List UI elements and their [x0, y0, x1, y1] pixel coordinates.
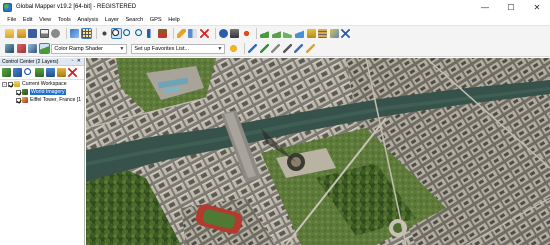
- panel-controls[interactable]: ▫ ✕: [72, 58, 82, 64]
- menu-search[interactable]: Search: [122, 17, 146, 23]
- measure-icon[interactable]: [188, 29, 198, 38]
- layer-label: World Imagery: [30, 89, 66, 95]
- menu-layer[interactable]: Layer: [102, 17, 123, 23]
- workspace-label: Current Workspace: [22, 81, 67, 87]
- tool-extra-icon[interactable]: [28, 44, 38, 53]
- grid-icon[interactable]: [80, 28, 92, 39]
- favorites-star-icon[interactable]: [229, 44, 239, 53]
- volume-icon[interactable]: [306, 29, 316, 38]
- shader-select-value: Color Ramp Shader: [54, 45, 103, 52]
- vector-layer-icon: [22, 97, 28, 103]
- tool-extra-icon[interactable]: [329, 29, 339, 38]
- layer-row[interactable]: World Imagery: [0, 88, 84, 96]
- aerial-imagery: [86, 58, 550, 245]
- global-mapper-app-icon: [3, 2, 12, 12]
- menu-bar: File Edit View Tools Analysis Layer Sear…: [0, 14, 550, 25]
- menu-help[interactable]: Help: [165, 17, 183, 23]
- add-layer-icon[interactable]: [2, 68, 11, 77]
- toolbar-separator: [172, 28, 174, 39]
- control-center-header: Control Center (2 Layers) ▫ ✕: [0, 58, 84, 66]
- print-icon[interactable]: [39, 29, 49, 38]
- elevation-legend-icon[interactable]: [38, 43, 50, 54]
- collapse-icon[interactable]: −: [2, 81, 7, 87]
- toolbar-separator: [243, 43, 245, 54]
- maximize-button[interactable]: ☐: [498, 0, 524, 14]
- layer-tree: − Current Workspace World Imagery Eiffel…: [0, 80, 84, 104]
- home-icon[interactable]: [158, 29, 168, 38]
- back-icon[interactable]: [146, 29, 156, 38]
- control-center-title: Control Center (2 Layers): [2, 58, 59, 65]
- toolbar-separator: [65, 28, 67, 39]
- feature-edit-icon[interactable]: [259, 44, 269, 53]
- terrain-icon[interactable]: [271, 29, 281, 38]
- save-icon[interactable]: [28, 29, 38, 38]
- contour-icon[interactable]: [283, 29, 293, 38]
- path-profile-icon[interactable]: [241, 29, 251, 38]
- layer-visibility-checkbox[interactable]: [16, 97, 21, 103]
- menu-analysis[interactable]: Analysis: [74, 17, 101, 23]
- brush-icon[interactable]: [305, 44, 315, 53]
- shader-select[interactable]: Color Ramp Shader ▼: [51, 43, 128, 54]
- layer-row[interactable]: Eiffel Tower, France [1: [0, 96, 84, 104]
- menu-file[interactable]: File: [4, 17, 20, 23]
- favorites-select-value: Set up Favorites List...: [134, 45, 190, 52]
- layer-settings-icon[interactable]: [57, 68, 66, 77]
- remove-layer-icon[interactable]: [68, 68, 77, 77]
- toolbar-separator: [96, 28, 98, 39]
- feature-edit-icon[interactable]: [271, 44, 281, 53]
- title-bar: Global Mapper v19.2 [64-bit] - REGISTERE…: [0, 0, 550, 14]
- chevron-down-icon: ▼: [119, 45, 125, 52]
- info-icon[interactable]: [218, 29, 228, 38]
- menu-edit[interactable]: Edit: [20, 17, 36, 23]
- view-shed-icon[interactable]: [260, 29, 270, 38]
- layer-options-icon[interactable]: [13, 68, 22, 77]
- tool-extra-icon[interactable]: [16, 44, 26, 53]
- layer-label: Eiffel Tower, France [1: [30, 97, 82, 103]
- tool-extra-icon[interactable]: [341, 29, 351, 38]
- menu-gps[interactable]: GPS: [146, 17, 164, 23]
- workspace-checkbox[interactable]: [8, 81, 13, 87]
- window-controls: — ☐ ✕: [472, 0, 550, 14]
- menu-view[interactable]: View: [36, 17, 55, 23]
- secondary-toolbar: Color Ramp Shader ▼ Set up Favorites Lis…: [0, 41, 550, 57]
- control-center-icon[interactable]: [69, 29, 79, 38]
- minimize-button[interactable]: —: [472, 0, 498, 14]
- open-folder-icon[interactable]: [5, 29, 14, 38]
- layer-down-icon[interactable]: [46, 68, 55, 77]
- draw-pencil-icon[interactable]: [176, 29, 186, 38]
- zoom-out-icon[interactable]: [134, 29, 144, 38]
- workspace-icon: [14, 81, 20, 87]
- chevron-down-icon: ▼: [217, 45, 223, 52]
- open-data-icon[interactable]: [16, 29, 26, 38]
- delete-feature-icon[interactable]: [199, 29, 209, 38]
- zoom-in-icon[interactable]: [123, 29, 133, 38]
- imagery-layer-icon: [22, 89, 28, 95]
- map-view[interactable]: [86, 58, 550, 245]
- search-layer-icon[interactable]: [24, 68, 33, 77]
- digitizer-icon[interactable]: [230, 29, 240, 38]
- layer-visibility-checkbox[interactable]: [16, 89, 21, 95]
- watershed-icon[interactable]: [295, 29, 305, 38]
- control-center-tools: [0, 66, 84, 80]
- align-icon[interactable]: [282, 44, 292, 53]
- configure-icon[interactable]: [51, 29, 61, 38]
- favorites-select[interactable]: Set up Favorites List... ▼: [131, 43, 226, 54]
- toolbar-separator: [256, 28, 258, 39]
- window-title: Global Mapper v19.2 [64-bit] - REGISTERE…: [16, 4, 137, 10]
- zoom-icon[interactable]: [110, 28, 122, 39]
- layer-export-icon[interactable]: [318, 29, 328, 38]
- layer-up-icon[interactable]: [35, 68, 44, 77]
- brush-icon[interactable]: [294, 44, 304, 53]
- toolbar-separator: [214, 28, 216, 39]
- workspace-row[interactable]: − Current Workspace: [0, 80, 84, 88]
- tool-extra-icon[interactable]: [5, 44, 14, 53]
- control-center-panel: Control Center (2 Layers) ▫ ✕ − Current …: [0, 58, 85, 245]
- pan-icon[interactable]: [100, 29, 110, 38]
- menu-tools[interactable]: Tools: [54, 17, 74, 23]
- pipeline-icon[interactable]: [247, 44, 257, 53]
- close-button[interactable]: ✕: [524, 0, 550, 14]
- main-toolbar: [0, 25, 550, 41]
